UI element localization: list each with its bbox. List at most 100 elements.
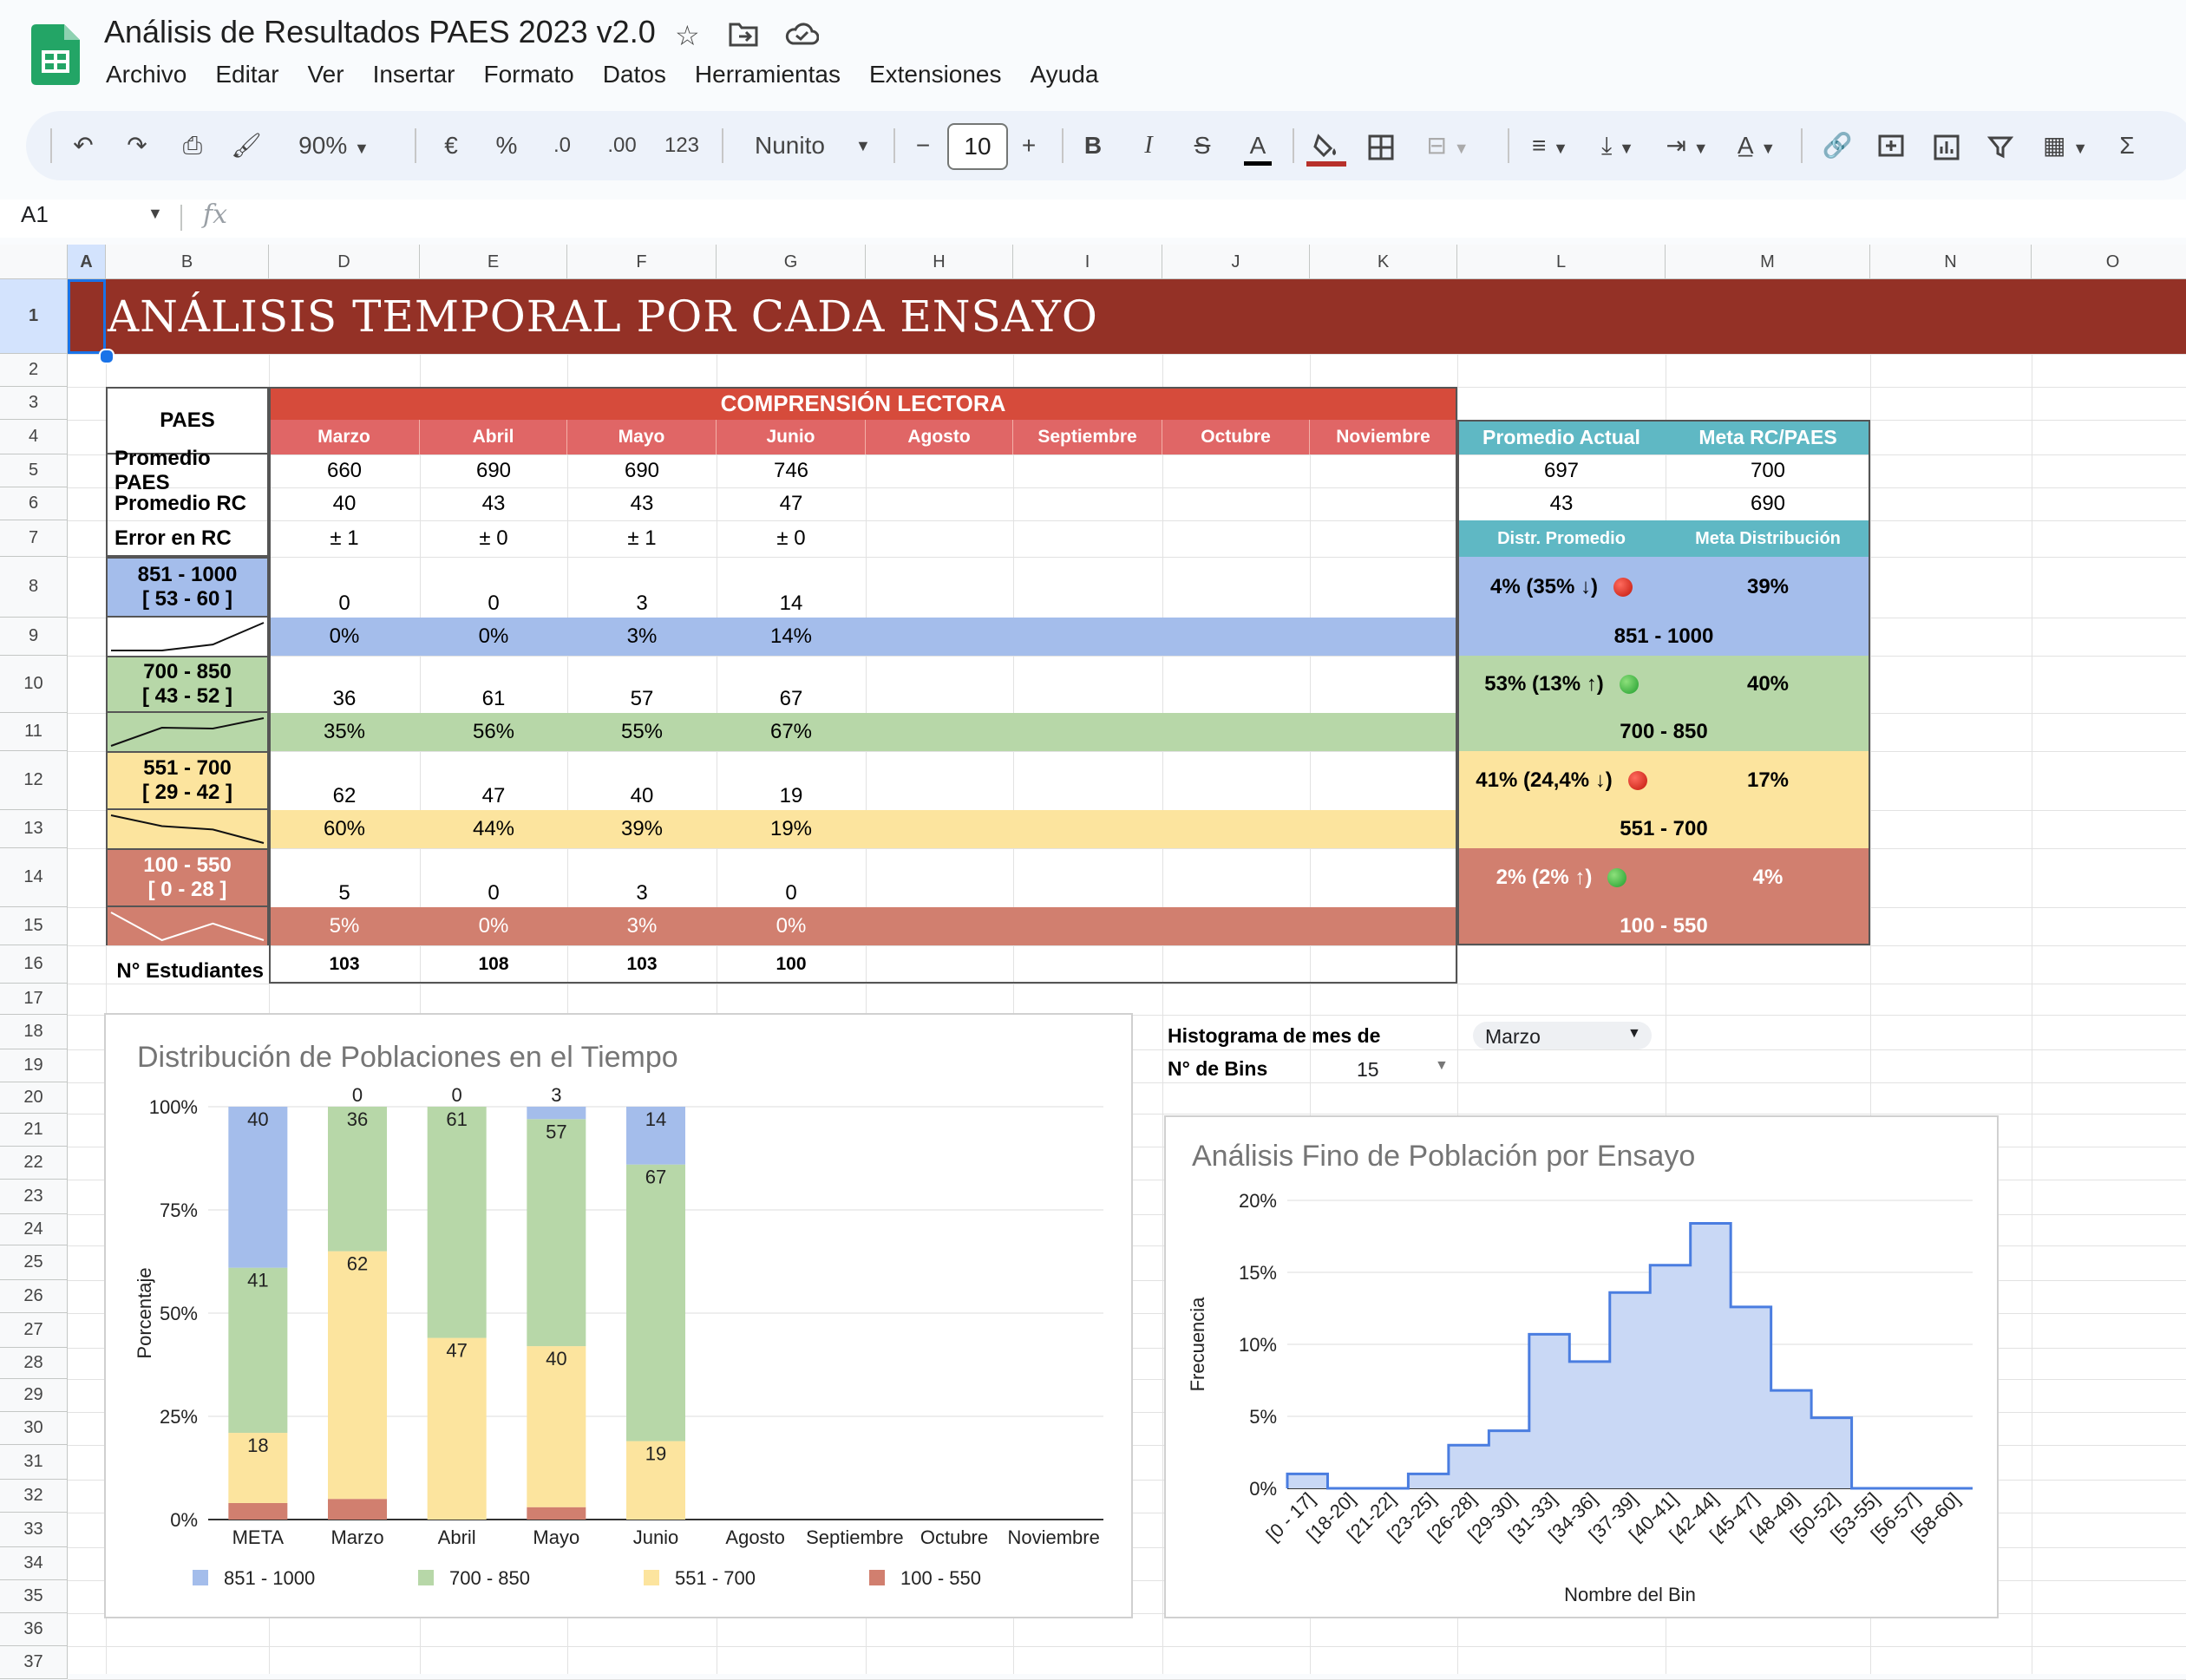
distr-promedio-0[interactable]: 4% (35% ↓) [1457, 557, 1666, 618]
band-percent[interactable] [866, 618, 1013, 656]
row-header-26[interactable]: 26 [0, 1280, 68, 1313]
column-header-e[interactable]: E [420, 245, 567, 279]
summary-meta-rc[interactable]: 690 [1666, 487, 1870, 520]
band-percent[interactable]: 39% [567, 810, 717, 848]
menu-ver[interactable]: Ver [308, 61, 344, 88]
band-percent[interactable]: 55% [567, 713, 717, 751]
band-percent[interactable] [1013, 713, 1162, 751]
strikethrough-button[interactable]: S [1185, 111, 1220, 180]
row-header-18[interactable]: 18 [0, 1015, 68, 1049]
decrease-font-size-button[interactable]: − [906, 111, 940, 180]
filter-views-icon[interactable]: ▦ ▼ [2035, 111, 2096, 180]
row-header-20[interactable]: 20 [0, 1082, 68, 1114]
band-count[interactable]: 19 [717, 751, 866, 810]
row-header-4[interactable]: 4 [0, 420, 68, 454]
row-header-13[interactable]: 13 [0, 810, 68, 848]
distr-promedio-3[interactable]: 2% (2% ↑) [1457, 848, 1666, 907]
column-header-d[interactable]: D [269, 245, 420, 279]
sparkline-3[interactable] [106, 907, 269, 945]
band-percent[interactable] [1310, 618, 1457, 656]
column-header-o[interactable]: O [2032, 245, 2186, 279]
row-header-27[interactable]: 27 [0, 1313, 68, 1348]
row-label-promedio-rc[interactable]: Promedio RC [106, 487, 269, 520]
menu-editar[interactable]: Editar [215, 61, 278, 88]
star-icon[interactable]: ☆ [675, 19, 700, 52]
header-meta-distribucion[interactable]: Meta Distribución [1666, 520, 1870, 557]
n-estudiantes-value[interactable]: 103 [567, 945, 717, 984]
column-header-k[interactable]: K [1310, 245, 1457, 279]
band-count[interactable]: 67 [717, 656, 866, 713]
summary-band-range-3[interactable]: 100 - 550 [1457, 907, 1870, 945]
band-percent[interactable] [1013, 810, 1162, 848]
menu-formato[interactable]: Formato [484, 61, 574, 88]
band-count[interactable]: 61 [420, 656, 567, 713]
band-count[interactable]: 3 [567, 848, 717, 907]
band-percent[interactable] [1162, 810, 1310, 848]
row-header-33[interactable]: 33 [0, 1513, 68, 1547]
band-percent[interactable] [1013, 907, 1162, 945]
error-rc-value[interactable]: ± 1 [269, 520, 420, 557]
month-header-agosto[interactable]: Agosto [866, 420, 1013, 454]
band-count[interactable]: 0 [717, 848, 866, 907]
band-percent[interactable]: 0% [420, 618, 567, 656]
align-left-icon[interactable]: ≡ ▼ [1520, 111, 1581, 180]
document-title[interactable]: Análisis de Resultados PAES 2023 v2.0 [104, 14, 656, 50]
borders-icon[interactable] [1362, 111, 1400, 180]
currency-format-button[interactable]: € [432, 111, 470, 180]
column-header-a[interactable]: A [68, 245, 106, 279]
menu-extensiones[interactable]: Extensiones [869, 61, 1002, 88]
band-label-1[interactable]: 700 - 850[ 43 - 52 ] [106, 656, 269, 713]
n-estudiantes-value[interactable]: 100 [717, 945, 866, 984]
row-header-23[interactable]: 23 [0, 1180, 68, 1214]
band-count[interactable]: 36 [269, 656, 420, 713]
band-percent[interactable]: 19% [717, 810, 866, 848]
cloud-saved-icon[interactable] [784, 21, 820, 54]
row-header-31[interactable]: 31 [0, 1445, 68, 1480]
column-header-f[interactable]: F [567, 245, 717, 279]
histogram-chart[interactable]: Análisis Fino de Población por Ensayo 0%… [1164, 1115, 1999, 1618]
column-header-i[interactable]: I [1013, 245, 1162, 279]
row-header-15[interactable]: 15 [0, 907, 68, 945]
decrease-decimal-button[interactable]: .0 [543, 111, 581, 180]
month-header-octubre[interactable]: Octubre [1162, 420, 1310, 454]
band-percent[interactable] [1162, 618, 1310, 656]
column-header-n[interactable]: N [1870, 245, 2032, 279]
selected-cell-a1[interactable] [68, 279, 106, 354]
row-header-11[interactable]: 11 [0, 713, 68, 751]
bold-button[interactable]: B [1076, 111, 1110, 180]
band-percent[interactable]: 14% [717, 618, 866, 656]
paint-format-icon[interactable]: 🖌 [227, 111, 265, 180]
column-header-j[interactable]: J [1162, 245, 1310, 279]
band-percent[interactable] [866, 810, 1013, 848]
band-count[interactable]: 62 [269, 751, 420, 810]
band-percent[interactable] [1310, 907, 1457, 945]
band-percent[interactable] [1310, 810, 1457, 848]
menu-archivo[interactable]: Archivo [106, 61, 187, 88]
merge-cells-icon[interactable]: ⊟ ▼ [1417, 111, 1478, 180]
text-rotation-icon[interactable]: A̲ ▼ [1726, 111, 1787, 180]
row-header-16[interactable]: 16 [0, 945, 68, 984]
band-percent[interactable]: 60% [269, 810, 420, 848]
promedio-rc-value[interactable]: 40 [269, 487, 420, 520]
column-header-h[interactable]: H [866, 245, 1013, 279]
error-rc-value[interactable]: ± 1 [567, 520, 717, 557]
band-label-2[interactable]: 551 - 700[ 29 - 42 ] [106, 751, 269, 810]
header-meta-rc-paes[interactable]: Meta RC/PAES [1666, 420, 1870, 454]
meta-distribucion-1[interactable]: 40% [1666, 656, 1870, 713]
band-label-3[interactable]: 100 - 550[ 0 - 28 ] [106, 848, 269, 907]
text-color-button[interactable]: A [1240, 111, 1275, 180]
row-header-6[interactable]: 6 [0, 487, 68, 520]
month-header-abril[interactable]: Abril [420, 420, 567, 454]
band-percent[interactable]: 44% [420, 810, 567, 848]
row-header-25[interactable]: 25 [0, 1245, 68, 1280]
header-distr-promedio[interactable]: Distr. Promedio [1457, 520, 1666, 557]
column-header-g[interactable]: G [717, 245, 866, 279]
row-header-36[interactable]: 36 [0, 1613, 68, 1646]
row-header-9[interactable]: 9 [0, 618, 68, 656]
row-header-12[interactable]: 12 [0, 751, 68, 810]
menu-herramientas[interactable]: Herramientas [695, 61, 841, 88]
formula-input[interactable] [252, 199, 2160, 238]
row-header-8[interactable]: 8 [0, 557, 68, 618]
summary-band-range-2[interactable]: 551 - 700 [1457, 810, 1870, 848]
row-label-error-rc[interactable]: Error en RC [106, 520, 269, 557]
